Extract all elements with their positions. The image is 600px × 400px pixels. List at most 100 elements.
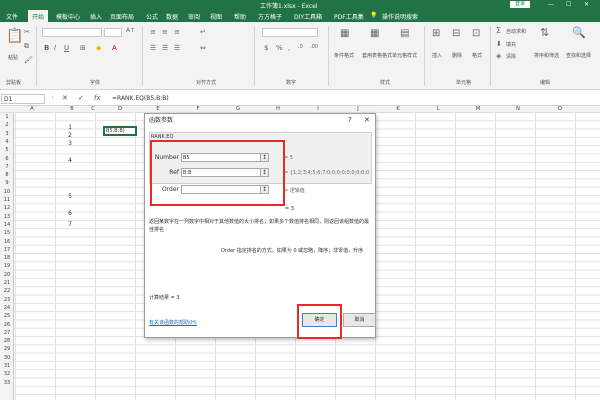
align-top-icon[interactable]: ≡ <box>150 28 156 36</box>
wrap-text-icon[interactable]: ↵ <box>200 28 206 36</box>
tab-review[interactable]: 审阅 <box>188 12 200 21</box>
cell-b5[interactable]: 5 <box>60 193 72 200</box>
formula-input[interactable]: =RANK.EQ(B5,B:B) <box>112 94 598 104</box>
row-header[interactable]: 19 <box>0 263 14 269</box>
font-name-select[interactable] <box>42 28 102 37</box>
align-left-icon[interactable]: ☰ <box>150 44 156 52</box>
font-color-icon[interactable]: A <box>112 44 117 52</box>
row-header[interactable]: 25 <box>0 313 14 319</box>
close-icon[interactable]: ✕ <box>364 116 370 124</box>
enter-icon[interactable]: ✓ <box>78 94 84 102</box>
cell-b7[interactable]: 7 <box>60 221 72 228</box>
row-header[interactable]: 11 <box>0 197 14 203</box>
row-header[interactable]: 3 <box>0 131 14 137</box>
row-header[interactable]: 31 <box>0 363 14 369</box>
close-icon[interactable]: ✕ <box>584 1 589 8</box>
insert-cells-icon[interactable]: ⊞ <box>432 28 440 39</box>
row-header[interactable]: 26 <box>0 322 14 328</box>
row-header[interactable]: 10 <box>0 189 14 195</box>
underline-icon[interactable]: U <box>64 44 69 52</box>
cell-b3[interactable]: 3 <box>60 140 72 147</box>
tab-file[interactable]: 文件 <box>6 12 18 21</box>
delete-cells-icon[interactable]: ⊟ <box>452 28 460 39</box>
collapse-dialog-button[interactable]: ↥ <box>260 153 269 162</box>
format-as-table-icon[interactable]: ▦ <box>370 28 379 39</box>
tab-pdf-tools[interactable]: PDF工具集 <box>334 12 364 21</box>
number-format-select[interactable] <box>262 28 318 37</box>
tab-data[interactable]: 数据 <box>166 12 178 21</box>
maximize-icon[interactable]: ☐ <box>566 1 571 8</box>
ok-button[interactable]: 确定 <box>302 313 337 327</box>
merge-center-icon[interactable]: ⇔ <box>200 44 206 52</box>
format-cells-icon[interactable]: ⊡ <box>472 28 480 39</box>
tab-diy-toolbox[interactable]: DIY工具箱 <box>294 12 322 21</box>
tell-me-search[interactable]: 操作说明搜索 <box>382 12 418 21</box>
row-header[interactable]: 18 <box>0 255 14 261</box>
border-icon[interactable]: ⊞ <box>80 44 86 52</box>
row-header[interactable]: 15 <box>0 230 14 236</box>
row-header[interactable]: 32 <box>0 371 14 377</box>
name-box[interactable]: D1 <box>1 94 45 104</box>
tab-formulas[interactable]: 公式 <box>146 12 158 21</box>
row-header[interactable]: 12 <box>0 205 14 211</box>
row-header[interactable]: 28 <box>0 338 14 344</box>
format-painter-icon[interactable]: 🖌 <box>24 56 33 64</box>
row-header[interactable]: 22 <box>0 288 14 294</box>
collapse-dialog-button[interactable]: ↥ <box>260 185 269 194</box>
insert-function-button[interactable]: fx <box>94 94 101 102</box>
conditional-format-icon[interactable]: ▦ <box>340 28 349 39</box>
bold-icon[interactable]: B <box>44 44 49 52</box>
sort-filter-icon[interactable]: ⇅ <box>540 26 549 39</box>
row-header[interactable]: 1 <box>0 114 14 120</box>
tab-fangfanggezi[interactable]: 方方格子 <box>258 12 282 21</box>
align-bottom-icon[interactable]: ≡ <box>174 28 180 36</box>
cell-b4[interactable]: 4 <box>60 157 72 164</box>
currency-icon[interactable]: $ <box>264 44 268 52</box>
cell-styles-icon[interactable]: ▤ <box>400 28 409 39</box>
help-icon[interactable]: ? <box>348 116 352 124</box>
cancel-entry-icon[interactable]: ✕ <box>62 94 68 102</box>
cell-b1[interactable]: 1 <box>60 124 72 131</box>
login-button[interactable]: 登录 <box>510 1 530 8</box>
ref-input[interactable]: B:B <box>181 168 269 177</box>
copy-icon[interactable]: ⧉ <box>24 42 29 51</box>
row-header[interactable]: 4 <box>0 139 14 145</box>
row-header[interactable]: 8 <box>0 172 14 178</box>
fill-icon[interactable]: ⬇ <box>496 40 502 48</box>
row-header[interactable]: 13 <box>0 214 14 220</box>
row-header[interactable]: 14 <box>0 222 14 228</box>
cancel-button[interactable]: 取消 <box>343 313 376 327</box>
row-header[interactable]: 27 <box>0 330 14 336</box>
tab-home[interactable]: 开始 <box>28 10 49 22</box>
row-header[interactable]: 5 <box>0 147 14 153</box>
row-header[interactable]: 30 <box>0 355 14 361</box>
cell-b6[interactable]: 6 <box>60 210 72 217</box>
tab-help[interactable]: 帮助 <box>234 12 246 21</box>
cut-icon[interactable]: ✂ <box>24 28 30 36</box>
order-input[interactable] <box>181 185 269 194</box>
fill-color-icon[interactable]: ◆ <box>96 44 101 52</box>
tab-template-center[interactable]: 模板中心 <box>56 12 80 21</box>
align-right-icon[interactable]: ☰ <box>174 44 180 52</box>
row-header[interactable]: 17 <box>0 247 14 253</box>
row-header[interactable]: 2 <box>0 122 14 128</box>
row-header[interactable]: 23 <box>0 297 14 303</box>
collapse-dialog-button[interactable]: ↥ <box>260 168 269 177</box>
help-link[interactable]: 有关该函数的帮助(H) <box>149 319 197 326</box>
row-header[interactable]: 7 <box>0 164 14 170</box>
row-header[interactable]: 16 <box>0 239 14 245</box>
clear-icon[interactable]: ◈ <box>496 52 501 60</box>
row-header[interactable]: 29 <box>0 346 14 352</box>
increase-decimal-icon[interactable]: .0 <box>298 44 303 50</box>
active-cell[interactable]: B5,B:B) <box>103 126 137 136</box>
align-middle-icon[interactable]: ≡ <box>162 28 168 36</box>
comma-style-icon[interactable]: , <box>288 44 290 52</box>
minimize-icon[interactable]: — <box>548 1 554 8</box>
autosum-icon[interactable]: Σ <box>496 26 501 35</box>
row-header[interactable]: 9 <box>0 180 14 186</box>
row-header[interactable]: 24 <box>0 305 14 311</box>
percent-icon[interactable]: % <box>276 44 283 52</box>
font-size-select[interactable] <box>104 28 122 37</box>
find-select-icon[interactable]: 🔍 <box>572 26 586 39</box>
tab-page-layout[interactable]: 页面布局 <box>110 12 134 21</box>
